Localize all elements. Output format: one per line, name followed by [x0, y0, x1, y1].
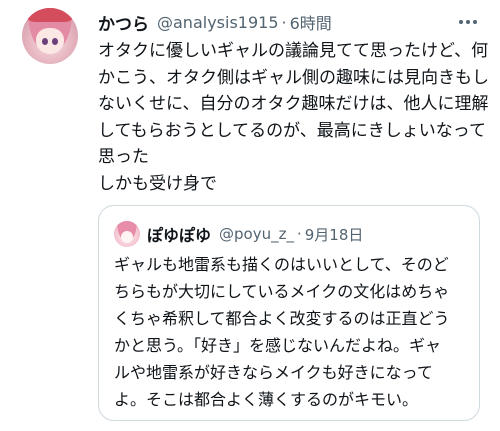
tweet-timestamp[interactable]: 6時間: [290, 10, 332, 34]
quoted-text-line: ちらもが大切にしているメイクの文化はめちゃ: [114, 282, 450, 301]
quoted-text-line: よ。そこは都合よく薄くするのがキモい。: [114, 390, 419, 409]
more-dot: [466, 20, 470, 24]
avatar-face: [36, 28, 64, 54]
quoted-tweet-date: 9月18日: [304, 225, 364, 244]
more-horizontal-icon[interactable]: [455, 12, 481, 32]
quoted-avatar[interactable]: [114, 221, 140, 247]
tweet-header: かつら @analysis1915 · 6時間: [98, 10, 332, 35]
quoted-text-line: ギャルも地雷系も描くのはいいとして、そのど: [114, 255, 449, 274]
quoted-tweet-header: ぽゆぽゆ @poyu_z_ · 9月18日: [147, 222, 363, 246]
quoted-text-line: ルや地雷系が好きならメイクも好きになって: [114, 363, 433, 382]
quoted-tweet[interactable]: ぽゆぽゆ @poyu_z_ · 9月18日 ギャルも地雷系も描くのはいいとして、…: [98, 205, 480, 421]
tweet-text-line: かこう、オタク側はギャル側の趣味には見向きもし: [98, 67, 489, 88]
tweet-text: オタクに優しいギャルの議論見てて思ったけど、何 かこう、オタク側はギャル側の趣味…: [98, 38, 489, 197]
avatar-hat: [28, 8, 72, 22]
avatar[interactable]: [22, 8, 78, 64]
tweet-text-line: オタクに優しいギャルの議論見てて思ったけど、何: [98, 41, 489, 61]
more-dot: [459, 20, 463, 24]
tweet[interactable]: かつら @analysis1915 · 6時間 オタクに優しいギャルの議論見てて…: [0, 0, 500, 431]
tweet-text-line: 思った: [98, 147, 149, 167]
author-name[interactable]: かつら: [98, 10, 149, 35]
quoted-tweet-text: ギャルも地雷系も描くのはいいとして、そのど ちらもが大切にしているメイクの文化は…: [114, 251, 469, 413]
tweet-text-line: してもらおうとしてるのが、最高にきしょいなって: [98, 120, 486, 141]
avatar-eye: [42, 38, 48, 45]
quoted-author-name: ぽゆぽゆ: [147, 226, 212, 245]
tweet-text-line: ないくせに、自分のオタク趣味だけは、他人に理解: [98, 94, 489, 114]
quoted-avatar-face: [121, 231, 133, 243]
separator-dot: ·: [296, 225, 302, 243]
tweet-text-line: しかも受け身で: [98, 173, 217, 194]
separator-dot: ·: [281, 12, 287, 32]
avatar-eye: [52, 38, 58, 45]
author-handle[interactable]: @analysis1915: [157, 13, 279, 32]
quoted-text-line: くちゃ希釈して都合よく改変するのは正直どう: [114, 309, 450, 328]
more-dot: [473, 20, 477, 24]
quoted-text-line: かと思う。「好き」を感じないんだよね。ギャ: [114, 336, 442, 355]
quoted-author-handle: @poyu_z_: [219, 225, 294, 243]
